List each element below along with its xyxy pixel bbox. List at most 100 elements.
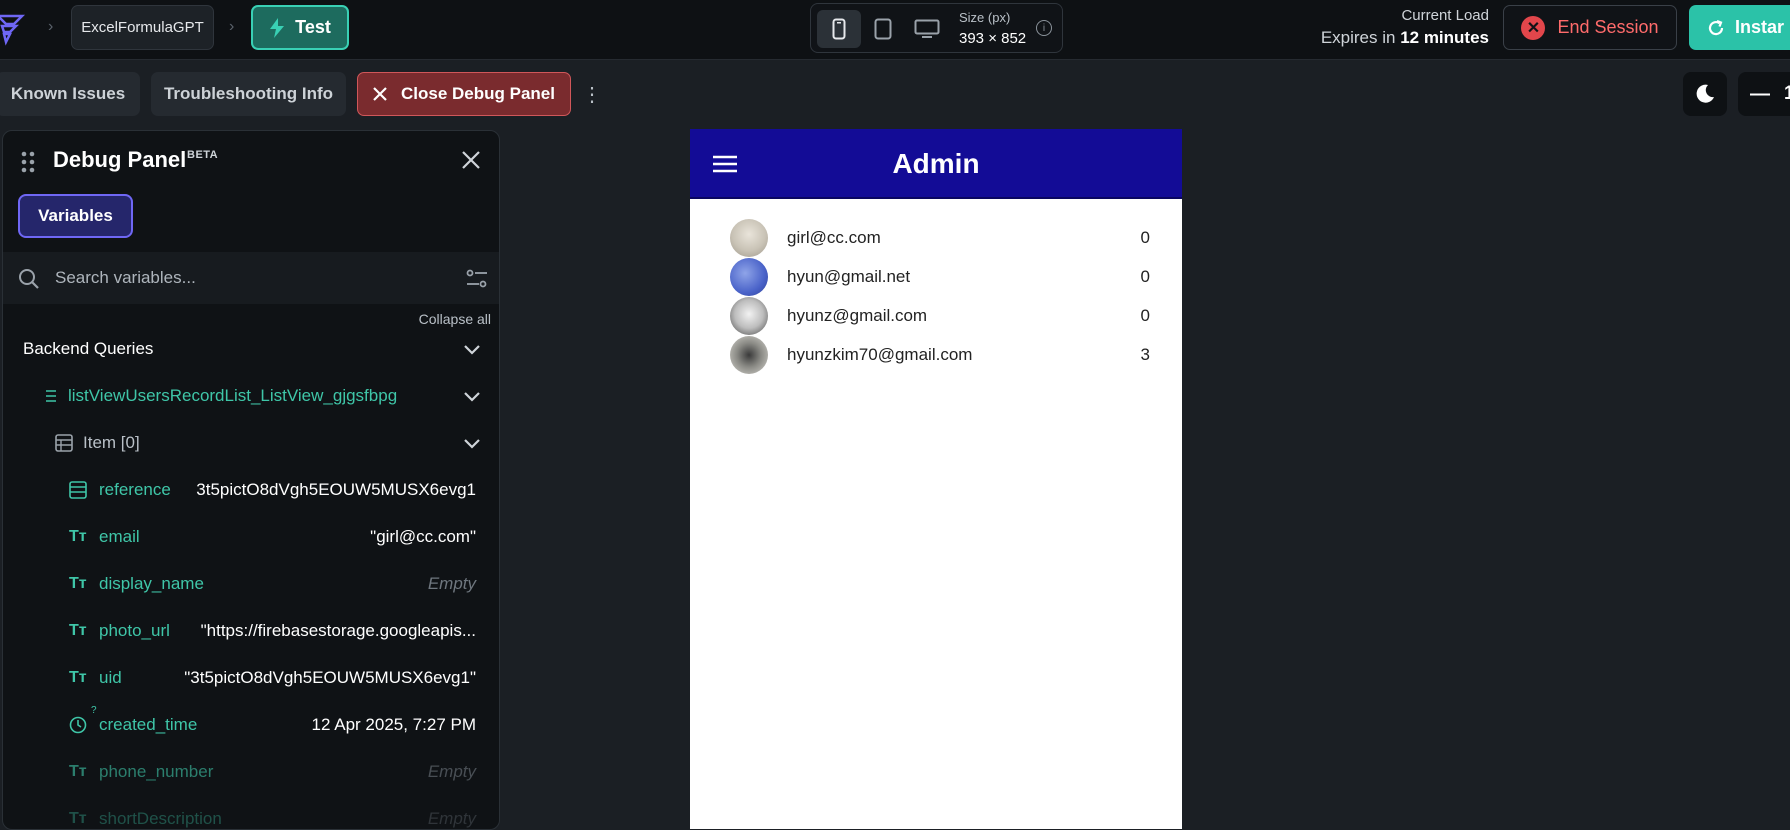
- phone-icon: [832, 18, 846, 40]
- end-session-button[interactable]: ✕ End Session: [1503, 5, 1677, 50]
- info-icon[interactable]: i: [1036, 20, 1052, 36]
- user-count: 0: [1140, 227, 1150, 247]
- field-name: reference: [99, 480, 171, 499]
- lightning-icon: [270, 17, 285, 38]
- field-name: phone_number: [99, 762, 214, 781]
- list-item[interactable]: girl@cc.com 0: [730, 218, 1150, 257]
- item-label: Item [0]: [83, 433, 140, 452]
- user-email: hyunz@gmail.com: [787, 305, 928, 325]
- field-row-uid[interactable]: Tт uid "3t5pictO8dVgh5EOUW5MUSX6evg1": [3, 656, 499, 700]
- field-row-display-name[interactable]: Tт display_name Empty: [3, 562, 499, 606]
- zoom-value[interactable]: 1(: [1784, 83, 1790, 105]
- field-row-reference[interactable]: reference 3t5pictO8dVgh5EOUW5MUSX6evg1: [3, 468, 499, 512]
- user-count: 3: [1140, 344, 1150, 364]
- field-value: Empty: [427, 574, 476, 593]
- user-email: hyunzkim70@gmail.com: [787, 344, 973, 364]
- field-value: Empty: [427, 809, 476, 828]
- troubleshooting-info-button[interactable]: Troubleshooting Info: [151, 72, 346, 116]
- theme-toggle-button[interactable]: [1683, 72, 1727, 116]
- list-item[interactable]: hyun@gmail.net 0: [730, 257, 1150, 296]
- field-name: display_name: [99, 574, 204, 593]
- app-bar: Admin: [690, 129, 1182, 199]
- section-backend-queries[interactable]: Backend Queries: [3, 327, 499, 371]
- query-name: listViewUsersRecordList_ListView_gjgsfbp…: [68, 386, 398, 405]
- menu-icon[interactable]: [712, 154, 738, 174]
- avatar: [730, 257, 768, 296]
- nullable-marker-icon: ?: [91, 705, 97, 716]
- debug-panel-title: Debug Panel: [53, 147, 187, 172]
- current-load-label: Current Load: [1401, 7, 1489, 24]
- project-name-button[interactable]: ExcelFormulaGPT: [71, 5, 214, 50]
- search-icon: [19, 269, 39, 289]
- avatar: [730, 218, 768, 257]
- test-mode-label: Test: [295, 17, 331, 37]
- field-row-photo-url[interactable]: Tт photo_url "https://firebasestorage.go…: [3, 609, 499, 653]
- app-title: Admin: [892, 148, 980, 179]
- expires-prefix: Expires in: [1320, 28, 1396, 47]
- device-phone-button[interactable]: [817, 10, 861, 48]
- device-desktop-button[interactable]: [905, 10, 949, 48]
- test-mode-button[interactable]: Test: [251, 5, 349, 50]
- desktop-icon: [914, 19, 940, 38]
- field-row-phone-number[interactable]: Tт phone_number Empty: [3, 750, 499, 794]
- field-row-email[interactable]: Tт email "girl@cc.com": [3, 515, 499, 559]
- user-count: 0: [1140, 305, 1150, 325]
- user-count: 0: [1140, 266, 1150, 286]
- field-value: "3t5pictO8dVgh5EOUW5MUSX6evg1": [184, 668, 476, 687]
- zoom-control: — 1(: [1738, 72, 1790, 116]
- field-value: Empty: [427, 762, 476, 781]
- document-reference-icon: [69, 481, 87, 499]
- field-row-short-description[interactable]: Tт shortDescription Empty: [3, 797, 499, 829]
- instant-reload-button[interactable]: Instar: [1689, 5, 1790, 50]
- list-item[interactable]: hyunz@gmail.com 0: [730, 296, 1150, 335]
- table-icon: [55, 434, 73, 452]
- field-name: photo_url: [99, 621, 170, 640]
- chevron-down-icon: [464, 345, 480, 355]
- search-bar: [3, 252, 499, 304]
- field-name: created_time: [99, 715, 198, 734]
- field-row-created-time[interactable]: ? created_time 12 Apr 2025, 7:27 PM: [3, 703, 499, 747]
- search-variables-input[interactable]: [53, 252, 433, 304]
- device-preview: Admin girl@cc.com 0 hyun@gmail.net 0 hyu…: [690, 129, 1182, 829]
- breadcrumb-chevron-icon: ›: [48, 18, 54, 35]
- refresh-icon: [1708, 19, 1724, 35]
- chevron-down-icon: [464, 392, 480, 402]
- list-item[interactable]: hyunzkim70@gmail.com 3: [730, 335, 1150, 374]
- variables-tab[interactable]: Variables: [18, 194, 133, 238]
- beta-badge: BETA: [187, 149, 219, 161]
- size-value[interactable]: 393 × 852: [959, 30, 1026, 47]
- expires-text: Expires in 12 minutes: [1321, 28, 1489, 48]
- chevron-down-icon: [464, 439, 480, 449]
- close-debug-panel-button[interactable]: Close Debug Panel: [357, 72, 571, 116]
- field-name: shortDescription: [99, 809, 222, 828]
- close-icon: [373, 87, 387, 101]
- field-value: "girl@cc.com": [370, 527, 476, 546]
- known-issues-button[interactable]: Known Issues: [0, 72, 140, 116]
- more-options-icon[interactable]: ⋮: [582, 82, 602, 106]
- tablet-icon: [874, 18, 892, 40]
- top-toolbar: › ExcelFormulaGPT › Test Size (px) 393 ×…: [0, 0, 1790, 60]
- instant-reload-label: Instar: [1735, 17, 1785, 37]
- close-icon[interactable]: [460, 149, 482, 171]
- text-type-icon: Tт: [69, 622, 87, 639]
- zoom-out-icon[interactable]: —: [1750, 83, 1770, 106]
- text-type-icon: Tт: [69, 575, 87, 592]
- field-value: "https://firebasestorage.googleapis...: [200, 621, 476, 640]
- device-tablet-button[interactable]: [861, 10, 905, 48]
- item-row[interactable]: Item [0]: [3, 421, 499, 465]
- section-label: Backend Queries: [23, 339, 154, 358]
- end-session-label: End Session: [1557, 17, 1659, 37]
- text-type-icon: Tт: [69, 669, 87, 686]
- user-email: girl@cc.com: [787, 227, 881, 247]
- text-type-icon: Tт: [69, 528, 87, 545]
- collapse-all-button[interactable]: Collapse all: [419, 311, 491, 327]
- flutterflow-logo-icon[interactable]: [0, 10, 28, 46]
- expires-value: 12 minutes: [1400, 28, 1489, 47]
- field-name: uid: [99, 668, 122, 687]
- text-type-icon: Tт: [69, 763, 87, 780]
- query-row[interactable]: listViewUsersRecordList_ListView_gjgsfbp…: [3, 374, 499, 418]
- list-icon: [46, 390, 56, 402]
- field-value: 12 Apr 2025, 7:27 PM: [311, 715, 476, 734]
- filter-icon[interactable]: [466, 269, 488, 289]
- drag-handle-icon[interactable]: [21, 151, 35, 173]
